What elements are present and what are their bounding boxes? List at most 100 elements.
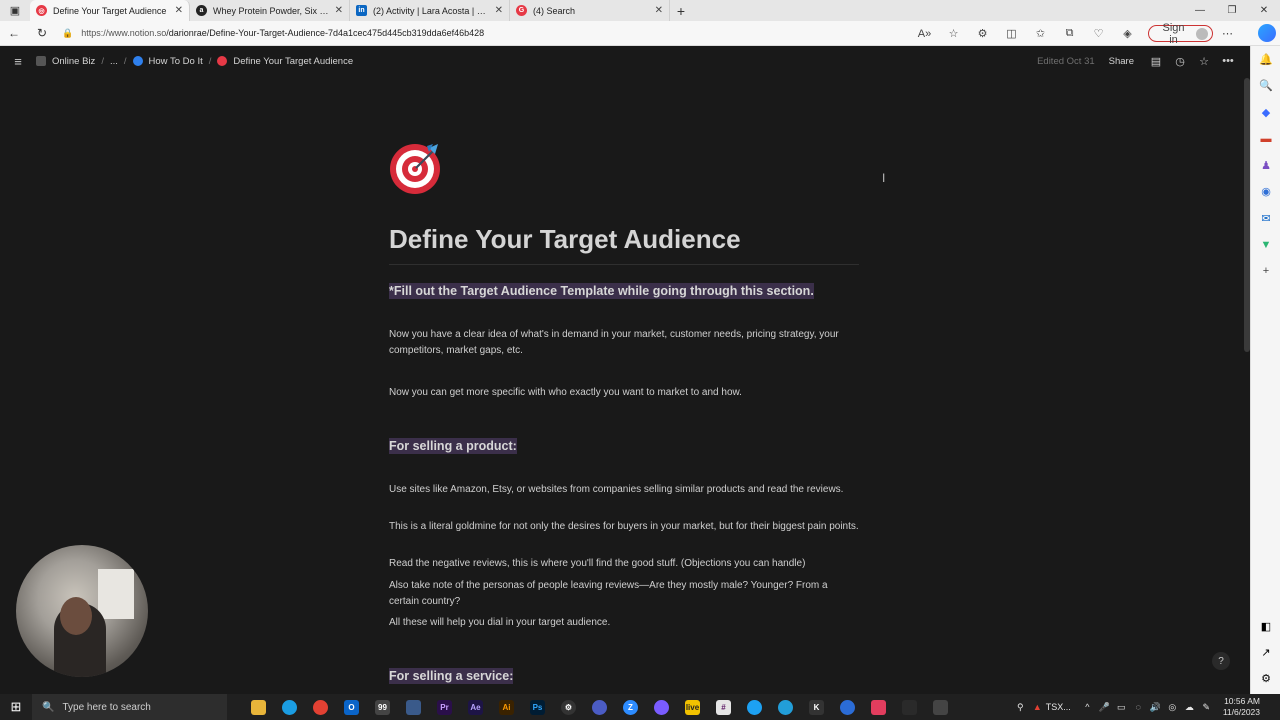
notifications-bell-icon[interactable]: 🔔 <box>1251 46 1280 73</box>
live-app-icon[interactable]: live <box>677 694 708 720</box>
spark-icon[interactable] <box>832 694 863 720</box>
help-button[interactable]: ? <box>1212 652 1230 670</box>
window-menu-icon[interactable]: ▣ <box>0 0 30 21</box>
after-effects-icon[interactable]: Ae <box>460 694 491 720</box>
tab-search[interactable]: G (4) Search ✕ <box>510 0 670 21</box>
outlook-icon[interactable]: ✉ <box>1251 205 1280 232</box>
minimize-icon[interactable]: — <box>1184 0 1216 21</box>
edge-icon[interactable] <box>274 694 305 720</box>
back-icon[interactable]: ← <box>0 26 28 40</box>
tab-whey-protein[interactable]: a Whey Protein Powder, Six Star 10 ✕ <box>190 0 350 21</box>
add-sidebar-plus-icon[interactable]: + <box>1251 258 1280 285</box>
stock-chart-icon[interactable]: ▲ <box>1029 702 1046 712</box>
slack-icon[interactable]: # <box>708 694 739 720</box>
sidebar-menu-icon[interactable]: ≡ <box>0 54 36 69</box>
network-icon[interactable]: ◌ <box>1130 702 1147 712</box>
scrollbar-thumb[interactable] <box>1244 78 1250 352</box>
app-k-icon[interactable]: K <box>801 694 832 720</box>
file-explorer-icon[interactable] <box>243 694 274 720</box>
product-line[interactable]: This is a literal goldmine for not only … <box>389 519 859 535</box>
twitter-icon[interactable] <box>739 694 770 720</box>
refresh-icon[interactable]: ↻ <box>28 26 56 40</box>
favorite-star-icon[interactable]: ☆ <box>939 27 968 40</box>
cloud-icon[interactable]: ☁ <box>1181 702 1198 713</box>
product-line[interactable]: All these will help you dial in your tar… <box>389 615 859 631</box>
read-aloud-icon[interactable]: A» <box>910 28 939 40</box>
sidebar-settings-gear-icon[interactable]: ⚙ <box>1251 666 1280 693</box>
photos-icon[interactable] <box>398 694 429 720</box>
system-clock[interactable]: 10:56 AM 11/6/2023 <box>1223 696 1260 718</box>
breadcrumb-ellipsis[interactable]: ... <box>110 56 118 67</box>
show-hidden-icons-chevron-icon[interactable]: ^ <box>1079 702 1096 712</box>
premiere-icon[interactable]: Pr <box>429 694 460 720</box>
app-red-icon[interactable] <box>863 694 894 720</box>
close-tab-icon[interactable]: ✕ <box>495 5 503 16</box>
url-field[interactable]: 🔒 https://www.notion.so/darionrae/Define… <box>62 28 902 39</box>
open-external-icon[interactable]: ↗ <box>1251 640 1280 667</box>
telegram-icon[interactable] <box>770 694 801 720</box>
search-icon[interactable]: 🔍 <box>1251 73 1280 100</box>
display-icon[interactable]: ▭ <box>1113 702 1130 713</box>
app-badge-icon[interactable]: 99 <box>367 694 398 720</box>
sidebar-toggle-icon[interactable]: ◧ <box>1251 614 1280 641</box>
chrome-icon[interactable] <box>305 694 336 720</box>
close-tab-icon[interactable]: ✕ <box>655 5 663 16</box>
sign-in-button[interactable]: Sign in <box>1148 22 1213 46</box>
tab-define-target-audience[interactable]: ◎ Define Your Target Audience ✕ <box>30 0 190 21</box>
callout-line[interactable]: *Fill out the Target Audience Template w… <box>389 283 859 301</box>
paragraph-get-specific[interactable]: Now you can get more specific with who e… <box>389 385 859 401</box>
extensions-icon[interactable]: ⚙ <box>968 27 997 40</box>
heading-selling-product[interactable]: For selling a product: <box>389 438 859 456</box>
product-line[interactable]: Read the negative reviews, this is where… <box>389 556 859 572</box>
browser-essentials-icon[interactable]: ♡ <box>1084 27 1113 40</box>
breadcrumb-how-to-do-it[interactable]: How To Do It <box>149 56 203 67</box>
settings-icon[interactable]: ⚙ <box>553 694 584 720</box>
pen-icon[interactable]: ✎ <box>1198 702 1215 713</box>
windows-start-icon[interactable]: ⊞ <box>0 699 32 715</box>
outlook-icon[interactable]: O <box>336 694 367 720</box>
history-clock-icon[interactable]: ◷ <box>1168 55 1192 68</box>
collections-icon[interactable]: ⧉ <box>1055 27 1084 40</box>
camera-icon[interactable]: ◎ <box>1164 702 1181 713</box>
stock-ticker-label[interactable]: TSX... <box>1046 702 1071 712</box>
arc-icon[interactable] <box>646 694 677 720</box>
app-box-icon[interactable] <box>925 694 956 720</box>
people-icon[interactable]: ⚲ <box>1012 702 1029 713</box>
obs-icon[interactable] <box>584 694 615 720</box>
comments-icon[interactable]: ▤ <box>1144 55 1168 68</box>
zoom-icon[interactable]: Z <box>615 694 646 720</box>
paragraph-clear-idea[interactable]: Now you have a clear idea of what's in d… <box>389 327 859 359</box>
share-button[interactable]: Share <box>1109 56 1134 67</box>
app-dark-icon[interactable] <box>894 694 925 720</box>
close-tab-icon[interactable]: ✕ <box>175 5 183 16</box>
split-screen-icon[interactable]: ◫ <box>997 27 1026 40</box>
breadcrumb-online-biz[interactable]: Online Biz <box>52 56 95 67</box>
close-window-icon[interactable]: ✕ <box>1248 0 1280 21</box>
new-tab-plus-icon[interactable]: + <box>670 3 692 19</box>
product-line[interactable]: Use sites like Amazon, Etsy, or websites… <box>389 482 859 498</box>
close-tab-icon[interactable]: ✕ <box>335 5 343 16</box>
illustrator-icon[interactable]: Ai <box>491 694 522 720</box>
edge-extension-icon[interactable]: ◈ <box>1113 27 1142 40</box>
heading-selling-service[interactable]: For selling a service: <box>389 668 859 686</box>
product-line[interactable]: Also take note of the personas of people… <box>389 578 859 610</box>
copilot-icon[interactable] <box>1258 24 1276 42</box>
volume-icon[interactable]: 🔊 <box>1147 702 1164 713</box>
breadcrumb-current-page[interactable]: Define Your Target Audience <box>233 56 353 67</box>
page-title[interactable]: Define Your Target Audience <box>389 224 741 255</box>
taskbar-search[interactable]: 🔍 Type here to search <box>32 694 227 720</box>
scrollbar[interactable] <box>1244 76 1250 694</box>
tab-linkedin-activity[interactable]: in (2) Activity | Lara Acosta | Linked ✕ <box>350 0 510 21</box>
more-options-icon[interactable]: ••• <box>1216 55 1240 67</box>
drop-icon[interactable]: ▼ <box>1251 232 1280 259</box>
microphone-icon[interactable]: 🎤 <box>1096 702 1113 713</box>
photoshop-icon[interactable]: Ps <box>522 694 553 720</box>
tools-briefcase-icon[interactable]: ▬ <box>1251 126 1280 153</box>
restore-icon[interactable]: ❐ <box>1216 0 1248 21</box>
browser-menu-icon[interactable]: ⋯ <box>1213 27 1242 40</box>
shopping-tag-icon[interactable]: ◆ <box>1251 99 1280 126</box>
favorite-star-icon[interactable]: ☆ <box>1192 55 1216 68</box>
favorites-icon[interactable]: ✩ <box>1026 27 1055 40</box>
microsoft-365-icon[interactable]: ◉ <box>1251 179 1280 206</box>
games-icon[interactable]: ♟ <box>1251 152 1280 179</box>
